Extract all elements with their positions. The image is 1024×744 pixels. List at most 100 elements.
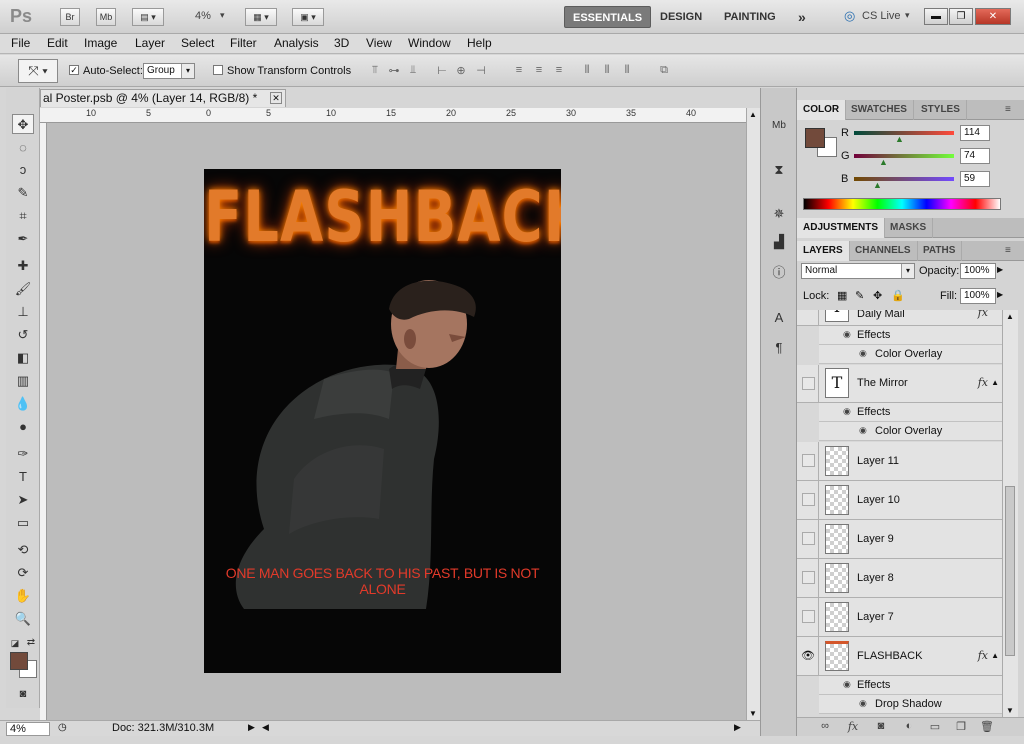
visibility-toggle[interactable]	[802, 532, 815, 545]
show-transform-checkbox[interactable]	[213, 65, 223, 75]
mini-bridge-button[interactable]: Mb	[96, 8, 116, 26]
layer-row[interactable]: Layer 8	[797, 559, 1002, 598]
distribute-right-icon[interactable]: ⦀	[618, 64, 636, 78]
green-slider-thumb[interactable]: ▲	[879, 157, 888, 167]
marquee-tool-icon[interactable]: ◌	[12, 138, 34, 158]
cs-live-dropdown-icon[interactable]: ▾	[905, 10, 910, 21]
workspace-essentials[interactable]: ESSENTIALS	[564, 6, 652, 28]
workspace-painting[interactable]: PAINTING	[716, 6, 784, 28]
effect-visibility-icon[interactable]: ◉	[859, 425, 867, 436]
zoom-tool-icon[interactable]: 🔍	[12, 609, 34, 629]
tab-masks[interactable]: MASKS	[884, 218, 934, 238]
dodge-tool-icon[interactable]: ●	[12, 417, 34, 437]
zoom-level[interactable]: 4%	[195, 10, 211, 22]
bridge-button[interactable]: Br	[60, 8, 80, 26]
healing-brush-tool-icon[interactable]: ✚	[12, 256, 34, 276]
red-slider-thumb[interactable]: ▲	[895, 134, 904, 144]
minimize-button[interactable]: ▬	[924, 8, 948, 25]
zoom-dropdown-icon[interactable]: ▾	[220, 10, 225, 21]
add-mask-icon[interactable]: ◙	[873, 720, 889, 734]
layer-name[interactable]: Layer 7	[857, 611, 894, 623]
color-foreground-swatch[interactable]	[805, 128, 825, 148]
arrange-documents-button[interactable]: ▦ ▾	[245, 8, 277, 26]
blue-value-field[interactable]: 59	[960, 171, 990, 187]
tab-swatches[interactable]: SWATCHES	[845, 100, 914, 120]
eye-icon[interactable]: 👁	[801, 649, 815, 662]
layer-fx-icon[interactable]: fx	[978, 310, 988, 319]
align-top-icon[interactable]: ⫪	[366, 64, 384, 78]
layer-fx-icon[interactable]: fx	[978, 376, 988, 389]
opacity-arrow-icon[interactable]: ▶	[997, 265, 1003, 274]
align-vcenter-icon[interactable]: ⊶	[385, 64, 403, 78]
layer-row-daily-mail[interactable]: T Daily Mail fx	[797, 310, 1002, 326]
effect-color-overlay-row[interactable]: ◉ Color Overlay	[819, 422, 1002, 441]
tab-layers[interactable]: LAYERS	[797, 241, 850, 261]
blue-slider-thumb[interactable]: ▲	[873, 180, 882, 190]
color-spectrum-ramp[interactable]	[803, 198, 1001, 210]
more-workspaces-icon[interactable]: »	[790, 6, 814, 28]
delete-layer-icon[interactable]: 🗑	[979, 720, 995, 734]
status-menu-arrow-icon[interactable]: ▶	[248, 722, 255, 733]
lock-all-icon[interactable]: 🔒	[891, 289, 905, 302]
visibility-toggle[interactable]	[802, 454, 815, 467]
effect-visibility-icon[interactable]: ◉	[859, 348, 867, 359]
histogram-panel-icon[interactable]: ▟	[769, 232, 789, 252]
menu-select[interactable]: Select	[181, 36, 214, 50]
shape-tool-icon[interactable]: ▭	[12, 513, 34, 533]
move-tool-preset-picker[interactable]: ⤧ ▾	[18, 59, 58, 83]
scroll-down-icon[interactable]: ▼	[1006, 706, 1014, 715]
eraser-tool-icon[interactable]: ◧	[12, 348, 34, 368]
close-button[interactable]: ✕	[975, 8, 1011, 25]
effects-row[interactable]: ◉ Effects	[819, 326, 1002, 345]
menu-3d[interactable]: 3D	[334, 36, 349, 50]
swap-colors-icon[interactable]: ⇄	[24, 633, 38, 653]
scroll-up-icon[interactable]: ▲	[749, 110, 757, 119]
clone-stamp-tool-icon[interactable]: ⊥	[12, 302, 34, 322]
layer-row[interactable]: Layer 7	[797, 598, 1002, 637]
lasso-tool-icon[interactable]: ↄ	[12, 160, 34, 180]
layer-name[interactable]: Layer 11	[857, 455, 899, 467]
green-value-field[interactable]: 74	[960, 148, 990, 164]
tab-styles[interactable]: STYLES	[915, 100, 967, 120]
layer-name[interactable]: Layer 8	[857, 572, 894, 584]
distribute-hcenter-icon[interactable]: ⦀	[598, 64, 616, 78]
distribute-top-icon[interactable]: ≡	[510, 64, 528, 78]
crop-tool-icon[interactable]: ⌗	[12, 206, 34, 226]
auto-select-dropdown[interactable]: Group ▾	[143, 63, 195, 79]
red-value-field[interactable]: 114	[960, 125, 990, 141]
path-selection-tool-icon[interactable]: ➤	[12, 490, 34, 510]
panel-menu-icon[interactable]: ≡	[999, 100, 1017, 120]
hand-tool-icon[interactable]: ✋	[12, 586, 34, 606]
cs-live-button[interactable]: CS Live	[862, 10, 901, 22]
history-panel-icon[interactable]: ⧗	[769, 160, 789, 180]
tab-adjustments[interactable]: ADJUSTMENTS	[797, 218, 886, 238]
character-panel-icon[interactable]: A	[769, 308, 789, 328]
layer-name[interactable]: The Mirror	[857, 377, 908, 389]
align-right-icon[interactable]: ⊣	[472, 64, 490, 78]
poster-canvas[interactable]: FLASHBACK ONE MAN GOES BACK TO HIS PAST,…	[204, 169, 561, 673]
type-tool-icon[interactable]: T	[12, 467, 34, 487]
layer-row-flashback[interactable]: 👁 FLASHBACK fx ▲	[797, 637, 1002, 676]
red-slider[interactable]	[854, 131, 954, 135]
scrollbar-thumb[interactable]	[1005, 486, 1015, 656]
expand-effects-icon[interactable]: ▲	[991, 378, 999, 387]
menu-window[interactable]: Window	[408, 36, 451, 50]
layer-name[interactable]: Layer 10	[857, 494, 900, 506]
scroll-right-icon[interactable]: ▶	[734, 722, 741, 733]
eyedropper-tool-icon[interactable]: ✒	[12, 229, 34, 249]
align-bottom-icon[interactable]: ⫫	[404, 64, 422, 78]
menu-layer[interactable]: Layer	[135, 36, 165, 50]
fill-field[interactable]: 100%	[960, 288, 996, 304]
menu-view[interactable]: View	[366, 36, 392, 50]
align-hcenter-icon[interactable]: ⊕	[452, 64, 470, 78]
blue-slider[interactable]	[854, 177, 954, 181]
close-document-icon[interactable]: ✕	[270, 92, 282, 104]
status-info-icon[interactable]: ◷	[58, 722, 67, 733]
screen-mode-button[interactable]: ▣ ▾	[292, 8, 324, 26]
auto-align-layers-icon[interactable]: ⧉	[655, 64, 673, 78]
gradient-tool-icon[interactable]: ▥	[12, 371, 34, 391]
menu-help[interactable]: Help	[467, 36, 492, 50]
distribute-left-icon[interactable]: ⦀	[578, 64, 596, 78]
status-zoom-field[interactable]: 4%	[6, 722, 50, 736]
default-colors-icon[interactable]: ◪	[8, 633, 22, 653]
